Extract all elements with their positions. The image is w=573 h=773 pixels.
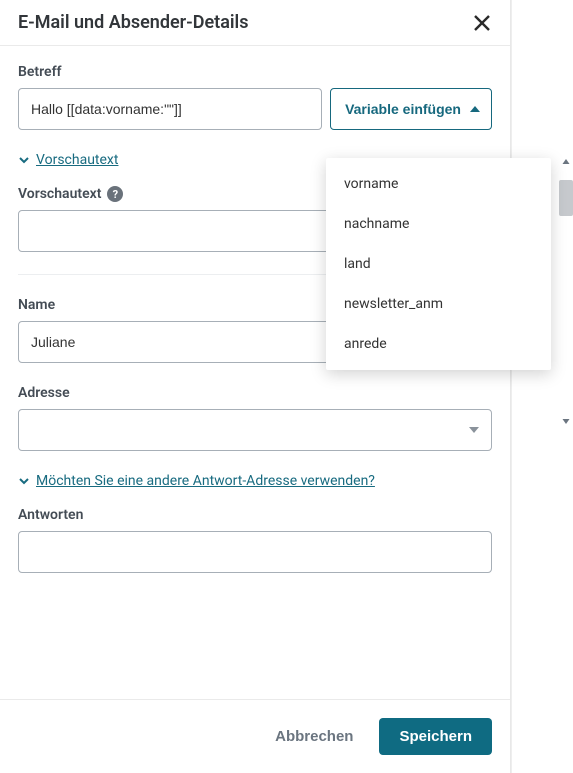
cancel-button[interactable]: Abbrechen [267,718,361,755]
reply-toggle-label: Möchten Sie eine andere Antwort-Adresse … [36,473,375,489]
close-button[interactable] [472,13,492,33]
panel-title: E-Mail und Absender-Details [18,12,248,33]
address-select-value[interactable] [18,409,492,451]
email-sender-details-panel: E-Mail und Absender-Details Betreff Vari… [0,0,511,773]
scroll-up-button[interactable] [559,155,573,169]
help-icon[interactable]: ? [107,186,123,202]
subject-label: Betreff [18,64,492,80]
reply-address-toggle[interactable]: Möchten Sie eine andere Antwort-Adresse … [18,473,492,489]
chevron-down-icon [18,475,30,487]
reply-label: Antworten [18,507,492,523]
close-icon [472,13,492,33]
variable-dropdown[interactable]: vorname nachname land newsletter_anm anr… [326,158,551,370]
address-block: Adresse [18,385,492,451]
scroll-down-button[interactable] [559,414,573,428]
insert-variable-button[interactable]: Variable einfügen [330,88,492,130]
preview-toggle-label: Vorschautext [36,152,118,168]
chevron-up-icon [469,103,481,115]
insert-variable-label: Variable einfügen [345,101,461,117]
panel-header: E-Mail und Absender-Details [0,0,510,46]
preview-label-text: Vorschautext [18,186,101,202]
panel-footer: Abbrechen Speichern [0,699,510,773]
variable-option-land[interactable]: land [326,244,551,284]
panel-body: Betreff Variable einfügen Vorschautext [0,46,510,699]
chevron-down-icon [562,417,570,425]
variable-option-nachname[interactable]: nachname [326,204,551,244]
right-gutter [511,0,573,773]
variable-option-newsletter[interactable]: newsletter_anm [326,284,551,324]
variable-option-anrede[interactable]: anrede [326,324,551,364]
reply-block: Antworten [18,507,492,573]
chevron-up-icon [562,158,570,166]
scrollbar-thumb[interactable] [559,180,573,216]
chevron-down-icon [18,154,30,166]
address-label: Adresse [18,385,492,401]
address-select[interactable] [18,409,492,451]
variable-option-vorname[interactable]: vorname [326,164,551,204]
save-button[interactable]: Speichern [379,718,492,755]
subject-input[interactable] [18,88,322,130]
reply-input[interactable] [18,531,492,573]
subject-row: Variable einfügen [18,88,492,130]
